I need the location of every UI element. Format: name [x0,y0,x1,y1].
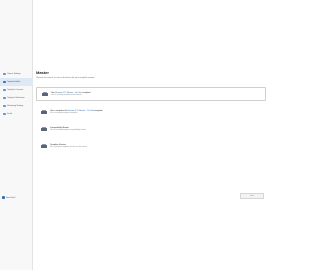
step-icon [3,104,6,108]
laptop-icon [41,126,47,132]
option-template-version[interactable]: Template Version Use a previous template… [36,139,266,153]
sidebar-item-monitoring-settings[interactable]: Monitoring Settings [0,102,33,110]
laptop-icon [42,91,48,97]
help-icon [2,196,5,199]
sidebar-item-label: Template Editor [7,81,21,83]
option-subtitle: Use an existing template compatibility m… [50,129,87,132]
step-icon [3,72,6,76]
option-subtitle: Use an existing template snapshot [50,112,78,115]
laptop-icon [41,143,47,149]
help-link-label: Need help? [5,196,16,199]
main-panel: Master Choose the source to use as the b… [33,0,270,270]
sidebar-item-template-editor[interactable]: Template Editor [0,78,33,86]
sidebar-item-finish[interactable]: Finish [0,110,33,118]
page-description: Choose the source to use as the basis fo… [36,76,95,79]
step-icon [3,80,6,84]
option-title-suffix: template [94,109,103,112]
sidebar: Source Settings Template Editor Template… [0,0,33,270]
sidebar-item-template-overview[interactable]: Template Overview [0,86,33,94]
option-compatibility-master[interactable]: Compatibility Master Use an existing tem… [36,122,266,136]
sidebar-item-label: Finish [7,113,13,115]
option-use-template[interactable]: Use Harmon PC Master - On-Site template … [36,87,266,101]
step-icon [3,88,6,92]
page-title: Master [36,70,49,75]
sidebar-item-source-settings[interactable]: Source Settings [0,70,33,78]
option-subtitle: Use an existing template from Harmon [51,94,82,97]
sidebar-nav: Source Settings Template Editor Template… [0,70,33,118]
step-icon [3,96,6,100]
option-title-suffix: template [82,91,91,94]
sidebar-item-label: Template Verification [7,97,25,99]
laptop-icon [41,109,47,115]
step-icon [3,112,6,116]
sidebar-item-label: Monitoring Settings [7,105,24,107]
sidebar-item-template-verification[interactable]: Template Verification [0,94,33,102]
option-subtitle: Use a previous template version as the m… [50,146,88,149]
sidebar-item-label: Template Overview [7,89,24,91]
help-link[interactable]: Need help? [2,195,16,200]
option-use-snapshot[interactable]: Use a snapshot of Harmon PC Master - On-… [36,105,266,119]
next-button[interactable]: Next [240,193,264,199]
sidebar-item-label: Source Settings [7,73,21,75]
